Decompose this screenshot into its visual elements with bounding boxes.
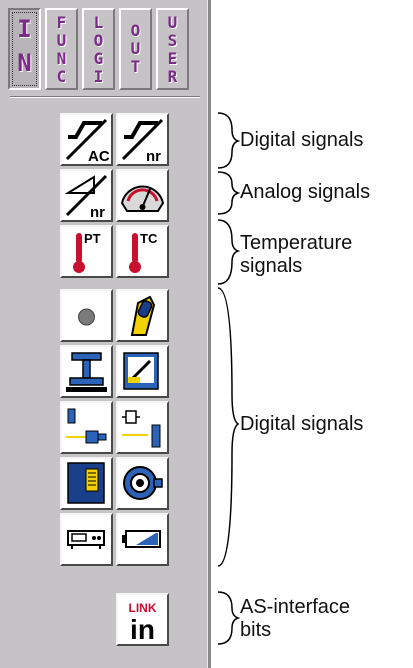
keypad-device-button[interactable] xyxy=(60,513,113,566)
toolbox-panel: IN FUNC LOGI OUT USER AC nr nr PT TC LIN… xyxy=(0,0,207,668)
tab-out-label: OUT xyxy=(130,21,141,76)
tab-user[interactable]: USER xyxy=(156,8,189,90)
rotary-encoder-button[interactable] xyxy=(116,457,169,510)
toggle-switch-icon xyxy=(130,295,156,336)
brace-asi xyxy=(217,591,241,645)
encoder-icon xyxy=(123,466,163,500)
device-cabinet-icon xyxy=(67,462,105,504)
temperature-tc-button[interactable]: TC xyxy=(116,225,169,278)
label-temperature-signals: signals xyxy=(240,255,303,277)
brace-digital-1 xyxy=(217,112,241,169)
battery-input-button[interactable] xyxy=(116,513,169,566)
tab-in[interactable]: IN xyxy=(8,8,41,90)
tab-logi[interactable]: LOGI xyxy=(82,8,115,90)
thermometer-pt-icon: PT xyxy=(73,231,101,273)
tab-user-label: USER xyxy=(167,13,178,86)
digital-input-ac-button[interactable]: AC xyxy=(60,113,113,166)
proximity-sensor-button[interactable] xyxy=(60,401,113,454)
svg-text:nr: nr xyxy=(146,148,161,164)
brace-temperature xyxy=(217,219,241,285)
pushbutton-input-button[interactable] xyxy=(60,289,113,342)
panel-border xyxy=(207,0,211,668)
brace-digital-2 xyxy=(217,287,240,567)
label-digital-signals-2: Digital signals xyxy=(240,413,364,435)
light-barrier-button[interactable] xyxy=(116,401,169,454)
label-as-interface: AS-interface xyxy=(240,596,351,618)
limit-switch-button[interactable] xyxy=(60,345,113,398)
analog-ramp-icon: nr xyxy=(64,174,108,220)
plunger-icon xyxy=(66,352,107,392)
tab-in-label: IN xyxy=(17,15,32,77)
link-in-icon: LINK in xyxy=(129,601,157,644)
digital-nr-icon: nr xyxy=(121,118,164,164)
digital-input-nr-button[interactable]: nr xyxy=(116,113,169,166)
analog-input-button[interactable]: nr xyxy=(60,169,113,222)
gauge-icon xyxy=(120,185,165,212)
tab-func[interactable]: FUNC xyxy=(45,8,78,90)
link-in-button[interactable]: LINK in xyxy=(116,593,169,646)
photoelectric-icon xyxy=(122,410,161,448)
svg-text:in: in xyxy=(130,614,155,644)
label-digital-signals: Digital signals xyxy=(240,129,364,151)
position-sensor-button[interactable] xyxy=(116,345,169,398)
label-bits: bits xyxy=(240,619,272,641)
proximity-icon xyxy=(66,408,107,444)
tab-func-label: FUNC xyxy=(56,13,67,86)
tab-logi-label: LOGI xyxy=(93,13,104,86)
panel-device-icon xyxy=(67,530,105,549)
temperature-pt-button[interactable]: PT xyxy=(60,225,113,278)
lever-sensor-icon xyxy=(123,352,159,390)
svg-text:nr: nr xyxy=(90,204,105,220)
svg-text:PT: PT xyxy=(84,231,101,246)
analog-meter-button[interactable] xyxy=(116,169,169,222)
svg-text:LINK: LINK xyxy=(129,601,157,615)
thermometer-tc-icon: TC xyxy=(129,231,158,273)
switch-input-button[interactable] xyxy=(116,289,169,342)
tab-separator xyxy=(10,96,200,98)
control-unit-button[interactable] xyxy=(60,457,113,510)
battery-icon xyxy=(122,530,161,548)
svg-text:AC: AC xyxy=(88,148,110,164)
brace-analog xyxy=(217,171,241,215)
svg-text:TC: TC xyxy=(140,231,158,246)
round-button-icon xyxy=(78,308,95,326)
label-temperature: Temperature xyxy=(240,232,353,254)
digital-ac-icon: AC xyxy=(65,118,110,164)
tab-out[interactable]: OUT xyxy=(119,8,152,90)
label-analog-signals: Analog signals xyxy=(240,181,371,203)
